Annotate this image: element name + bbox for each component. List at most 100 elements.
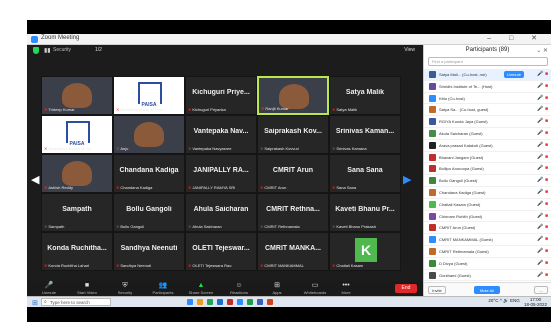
apps-icon: ⊞ xyxy=(274,282,280,289)
participant-row[interactable]: CMRIT Rethnamala (Guest) 🎤 ■ xyxy=(424,246,551,258)
reactions-button[interactable]: ☺ Reactions xyxy=(225,282,253,295)
participant-tile[interactable]: Bollu Gangoli ✕Bollu Gangoli xyxy=(113,193,185,232)
window-controls[interactable]: – □ ✕ xyxy=(487,34,545,42)
mic-video-status-icon[interactable]: 🎤 ■ xyxy=(537,95,548,101)
mic-video-status-icon[interactable]: 🎤 ■ xyxy=(537,248,548,254)
participant-row[interactable]: RGIYA Konda Jaya (Guest) 🎤 ■ xyxy=(424,116,551,128)
participant-tile[interactable]: Satya Malik ✕Satya Malik xyxy=(329,76,401,115)
participant-tile[interactable]: Kaveti Bhanu Pr... ✕Kaveti Bhanu Prakash xyxy=(329,193,401,232)
participant-tile[interactable]: PAISA ✕Sreenidhi Institute of Sc... xyxy=(41,115,113,154)
mic-video-status-icon[interactable]: 🎤 ■ xyxy=(537,213,548,219)
taskbar-app-zoom-icon[interactable] xyxy=(187,299,193,305)
participant-tile[interactable]: Kichuguri Priye... ✕Kichuguri Priyanka xyxy=(185,76,257,115)
participant-row[interactable]: Bhavani Jangam (Guest) 🎤 ■ xyxy=(424,152,551,164)
mic-video-status-icon[interactable]: 🎤 ■ xyxy=(537,130,548,136)
mic-video-status-icon[interactable]: 🎤 ■ xyxy=(537,272,548,278)
participant-tile[interactable]: Vantepaka Nav... ✕Vantepaka Navyasree xyxy=(185,115,257,154)
participant-tile[interactable]: ✕Ashish Reddy xyxy=(41,154,113,193)
participant-tile[interactable]: CMRIT Rethna... ✕CMRIT Rethnamala xyxy=(257,193,329,232)
unmute-self-button[interactable]: Unmute xyxy=(504,71,524,78)
taskbar-app-ppt-icon[interactable] xyxy=(267,299,273,305)
mute-all-button[interactable]: Mute All xyxy=(474,286,500,294)
participant-tile[interactable]: ✕Ranjit Kumar xyxy=(257,76,329,115)
participant-row[interactable]: Kittu (Co-host) 🎤 ■ xyxy=(424,93,551,105)
taskbar-app-chrome-icon[interactable] xyxy=(207,299,213,305)
taskbar-app-excel-icon[interactable] xyxy=(247,299,253,305)
apps-button[interactable]: ⊞ Apps xyxy=(263,282,291,295)
more-button[interactable]: ••• More xyxy=(339,282,353,295)
participant-tile[interactable]: Sampath ✕Sampath xyxy=(41,193,113,232)
video-button[interactable]: ■ Start Video xyxy=(73,282,101,295)
mute-button[interactable]: 🎤 Unmute xyxy=(35,282,63,295)
participant-tile[interactable]: ✕Anju xyxy=(113,115,185,154)
mic-video-status-icon[interactable]: 🎤 ■ xyxy=(537,118,548,124)
mic-video-status-icon[interactable]: 🎤 ■ xyxy=(537,201,548,207)
system-tray[interactable]: 20°C ^ 🔊 ENG 17:00 18-05-2022 xyxy=(488,297,547,307)
share-button[interactable]: ▲ Share Screen xyxy=(187,282,215,295)
participant-row[interactable]: Akula Saicharan (Guest) 🎤 ■ xyxy=(424,128,551,140)
participant-tile[interactable]: Konda Ruchitha... ✕Konda Ruchitha Lahari xyxy=(41,232,113,271)
mic-video-status-icon[interactable]: 🎤 ■ xyxy=(537,224,548,230)
taskbar-app-edge-icon[interactable] xyxy=(217,299,223,305)
participant-name-label: ✕Saiprakash Kovvuri xyxy=(260,146,326,151)
participant-name-label: ✕Konda Ruchitha Lahari xyxy=(44,263,110,268)
participant-row[interactable]: D Divya (Guest) 🎤 ■ xyxy=(424,258,551,270)
panel-more-button[interactable]: ... xyxy=(534,286,548,294)
participant-row[interactable]: Bollipo Anuroopa (Guest) 🎤 ■ xyxy=(424,163,551,176)
mic-video-status-icon[interactable]: 🎤 ■ xyxy=(537,106,548,112)
windows-start-icon[interactable]: ⊞ xyxy=(32,299,38,307)
participant-row[interactable]: Chaitali Kasam (Guest) 🎤 ■ xyxy=(424,199,551,211)
participant-tile[interactable]: CMRIT MANKA... ✕CMRIT MANKAMMAL xyxy=(257,232,329,271)
mic-video-status-icon[interactable]: 🎤 ■ xyxy=(537,165,548,171)
mic-video-status-icon[interactable]: 🎤 ■ xyxy=(537,142,548,148)
participant-row[interactable]: Bollu Gangoli (Guest) 🎤 ■ xyxy=(424,175,551,187)
mic-video-status-icon[interactable]: 🎤 ■ xyxy=(537,189,548,195)
panel-controls[interactable]: ⌄ ✕ xyxy=(536,47,548,54)
participant-row[interactable]: Satya Sa... (Co-host, guest) 🎤 ■ xyxy=(424,104,551,117)
participant-tile[interactable]: OLETI Tejeswar... ✕OLETI Tejeswara Rao xyxy=(185,232,257,271)
whiteboards-button[interactable]: ▭ Whiteboards xyxy=(301,282,329,295)
mic-video-status-icon[interactable]: 🎤 ■ xyxy=(537,83,548,89)
participant-tile[interactable]: Sana Sana ✕Sana Sana xyxy=(329,154,401,193)
taskbar-search-input[interactable]: ⌕ Type here to search xyxy=(41,298,111,306)
security-shield-icon[interactable] xyxy=(33,47,39,54)
next-page-arrow-icon[interactable]: ▶ xyxy=(403,173,411,186)
participant-tile[interactable]: Chandana Kadiga ✕Chandana Kadiga xyxy=(113,154,185,193)
avatar xyxy=(429,212,436,220)
mic-video-status-icon[interactable]: 🎤 ■ xyxy=(537,236,548,242)
taskbar-app-mail-icon[interactable] xyxy=(237,299,243,305)
taskbar-app-word-icon[interactable] xyxy=(257,299,263,305)
prev-page-arrow-icon[interactable]: ◀ xyxy=(31,173,39,186)
participant-tile[interactable]: K ✕Chaitali Kasam xyxy=(329,232,401,271)
signal-icon[interactable]: ▮▮ xyxy=(44,47,51,54)
mic-video-status-icon[interactable]: 🎤 ■ xyxy=(537,177,548,183)
participant-row[interactable]: Chandana Kadiga (Guest) 🎤 ■ xyxy=(424,187,551,199)
mic-video-status-icon[interactable]: 🎤 ■ xyxy=(537,260,548,266)
taskbar-app-explorer-icon[interactable] xyxy=(197,299,203,305)
participant-tile[interactable]: Saiprakash Kov... ✕Saiprakash Kovvuri xyxy=(257,115,329,154)
mic-video-status-icon[interactable]: 🎤 ■ xyxy=(537,71,548,77)
participant-tile[interactable]: Srinivas Kaman... ✕Srinivas Kamana xyxy=(329,115,401,154)
participant-row[interactable]: Gouthami (Guest) 🎤 ■ xyxy=(424,270,551,282)
participant-tile[interactable]: JANIPALLY RA... ✕JANIPALLY RAMYA SRI xyxy=(185,154,257,193)
participant-row[interactable]: CMRIT Arun (Guest) 🎤 ■ xyxy=(424,222,551,235)
participant-tile[interactable]: Sandhya Neenuti ✕Sandhya Neenuti xyxy=(113,232,185,271)
participant-tile[interactable]: CMRIT Arun ✕CMRIT Arun xyxy=(257,154,329,193)
participant-search-input[interactable]: Find a participant xyxy=(428,57,548,66)
participant-row[interactable]: Satya Mali... (Co-host, me) 🎤 ■ Unmute xyxy=(424,69,551,81)
participant-tile[interactable]: ✕Trideep Kumar xyxy=(41,76,113,115)
view-button[interactable]: View xyxy=(404,47,415,53)
invite-button[interactable]: Invite xyxy=(428,286,446,294)
participant-label-text: OLETI Tejeswara Rao xyxy=(192,263,232,268)
mic-video-status-icon[interactable]: 🎤 ■ xyxy=(537,154,548,160)
participant-row[interactable]: CMRIT MANKAMMAL (Guest) 🎤 ■ xyxy=(424,234,551,246)
participant-row[interactable]: Chinnam Rohith (Guest) 🎤 ■ xyxy=(424,211,551,223)
participants-button[interactable]: 👥 Participants xyxy=(149,282,177,295)
participant-tile[interactable]: Ahula Saicharan ✕Ahula Saicharan xyxy=(185,193,257,232)
taskbar-app-office-icon[interactable] xyxy=(227,299,233,305)
participant-tile[interactable]: PAISA ✕Srinidhi Institute of Tech... xyxy=(113,76,185,115)
participant-row[interactable]: Srinidhi Institute of Te... (Host) 🎤 ■ xyxy=(424,81,551,93)
security-button[interactable]: ⛨ Security xyxy=(111,282,139,295)
participant-row[interactable]: Arava prasad Kalakoti (Guest) 🎤 ■ xyxy=(424,140,551,152)
end-meeting-button[interactable]: End xyxy=(395,284,417,293)
